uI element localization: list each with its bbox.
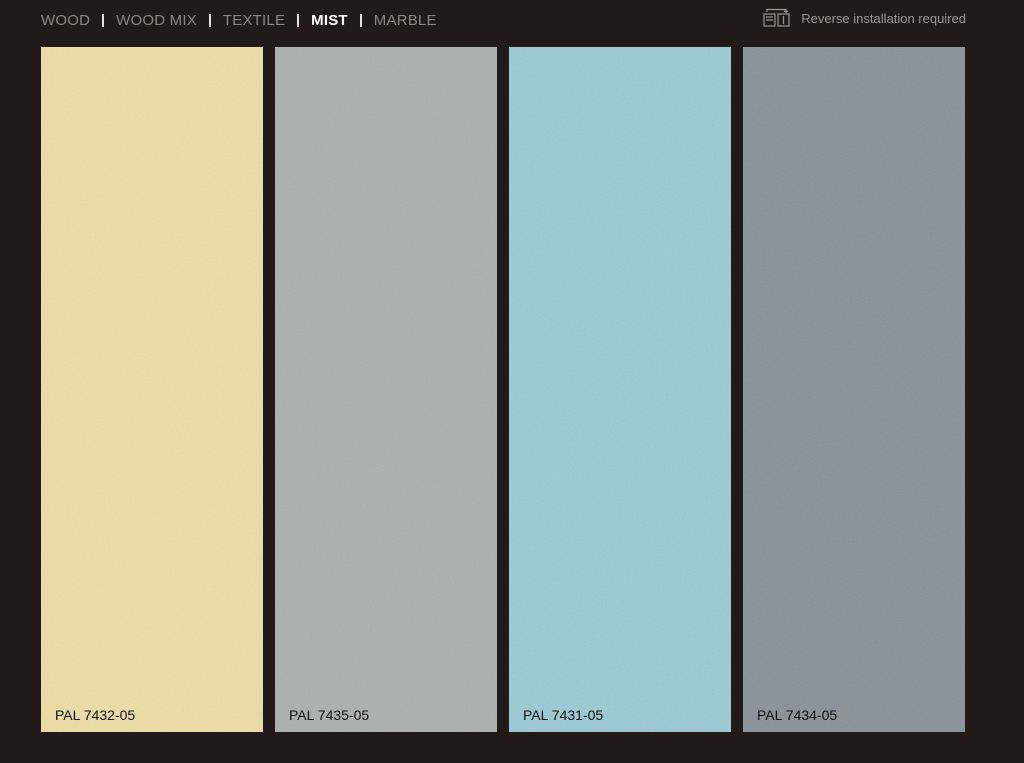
nav-separator xyxy=(208,13,211,27)
swatch-texture xyxy=(41,47,263,732)
swatch-grid: PAL 7432-05 PAL 7435-05 PAL 7431-05 PAL … xyxy=(41,47,968,732)
swatch-pal-7432-05[interactable]: PAL 7432-05 xyxy=(41,47,263,732)
swatch-pal-7434-05[interactable]: PAL 7434-05 xyxy=(743,47,965,732)
nav-item-textile[interactable]: TEXTILE xyxy=(223,12,285,29)
nav-item-wood[interactable]: WOOD xyxy=(41,12,90,29)
swatch-texture xyxy=(743,47,965,732)
nav-separator xyxy=(297,13,300,27)
nav-item-marble[interactable]: MARBLE xyxy=(374,12,437,29)
notice-text: Reverse installation required xyxy=(801,10,966,26)
category-nav: WOOD WOOD MIX TEXTILE MIST MARBLE xyxy=(41,10,437,30)
reverse-installation-notice: Reverse installation required xyxy=(763,8,966,28)
swatch-code: PAL 7432-05 xyxy=(55,707,136,723)
nav-item-wood-mix[interactable]: WOOD MIX xyxy=(116,12,197,29)
swatch-code: PAL 7431-05 xyxy=(523,707,604,723)
swatch-pal-7431-05[interactable]: PAL 7431-05 xyxy=(509,47,731,732)
nav-separator xyxy=(102,13,105,27)
swatch-texture xyxy=(509,47,731,732)
swatch-code: PAL 7435-05 xyxy=(289,707,370,723)
swatch-texture xyxy=(275,47,497,732)
swatch-pal-7435-05[interactable]: PAL 7435-05 xyxy=(275,47,497,732)
reverse-installation-icon xyxy=(763,8,793,28)
nav-separator xyxy=(359,13,362,27)
nav-item-mist[interactable]: MIST xyxy=(311,12,348,29)
swatch-code: PAL 7434-05 xyxy=(757,707,838,723)
